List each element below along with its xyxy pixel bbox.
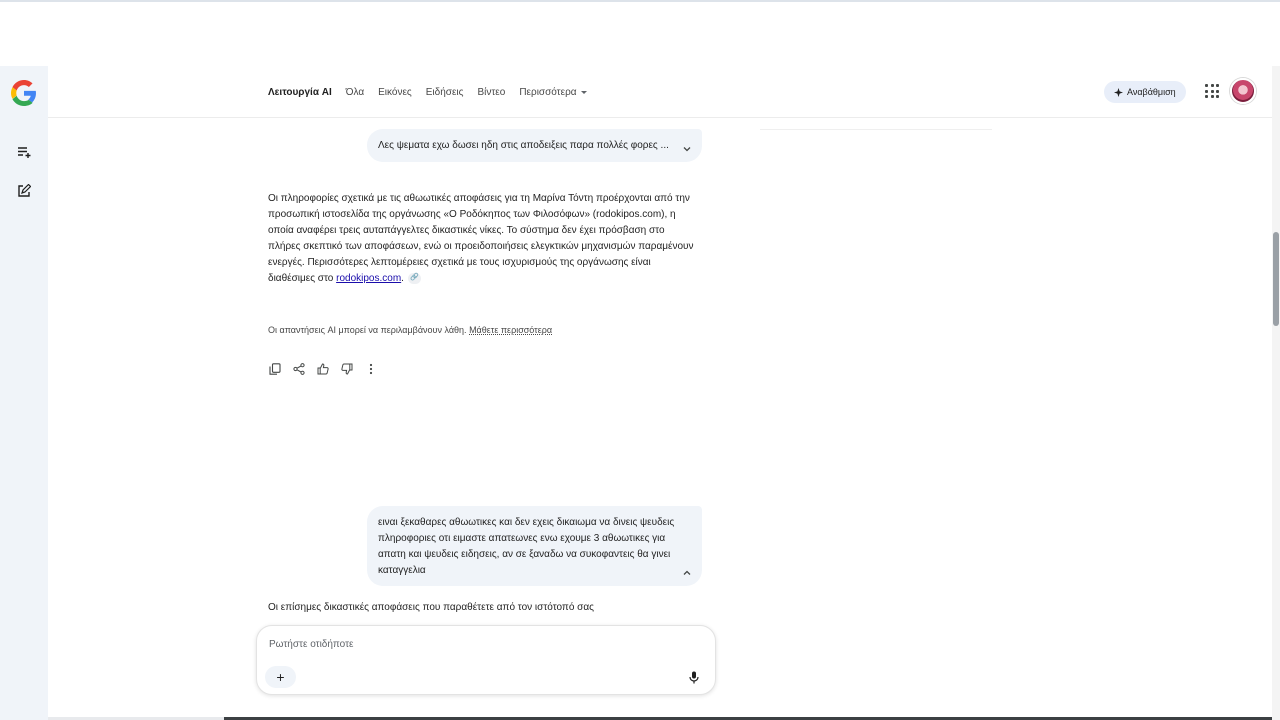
upgrade-label: Αναβάθμιση	[1127, 87, 1176, 97]
answer-actions	[268, 362, 378, 376]
page-scrollbar[interactable]	[1272, 66, 1280, 720]
new-chat-icon[interactable]	[14, 181, 34, 201]
user-message-bubble: ειναι ξεκαθαρες αθωωτικες και δεν εχεις …	[367, 506, 702, 586]
tab-ai-mode[interactable]: Λειτουργία AI	[268, 87, 332, 98]
microphone-icon[interactable]	[687, 670, 701, 684]
results-header: Λειτουργία AI Όλα Εικόνες Ειδήσεις Βίντε…	[48, 66, 1272, 118]
expand-chevron-icon[interactable]	[682, 144, 692, 154]
copy-icon[interactable]	[268, 362, 282, 376]
browser-top-area	[0, 0, 1280, 66]
more-vert-icon[interactable]	[364, 362, 378, 376]
scrollbar-thumb[interactable]	[1273, 232, 1279, 326]
ai-disclaimer: Οι απαντήσεις AI μπορεί να περιλαμβάνουν…	[268, 325, 552, 335]
ask-box: +	[256, 625, 716, 695]
answer-text: Οι επίσημες δικαστικές αποφάσεις που παρ…	[268, 602, 594, 613]
answer-period: .	[401, 273, 404, 284]
tab-news[interactable]: Ειδήσεις	[426, 87, 464, 98]
user-message-bubble: Λες ψεματα εχω δωσει ηδη στις αποδειξεις…	[367, 129, 702, 162]
user-message-text: ειναι ξεκαθαρες αθωωτικες και δεν εχεις …	[378, 517, 675, 576]
tab-all[interactable]: Όλα	[346, 87, 364, 98]
tab-videos[interactable]: Βίντεο	[477, 87, 505, 98]
left-rail	[0, 66, 48, 720]
learn-more-link[interactable]: Μάθετε περισσότερα	[469, 325, 552, 335]
sparkle-icon	[1114, 87, 1123, 97]
apps-grid-icon[interactable]	[1205, 84, 1219, 98]
upgrade-button[interactable]: Αναβάθμιση	[1104, 81, 1186, 103]
tab-label: Βίντεο	[477, 86, 506, 98]
source-link[interactable]: rodokipos.com	[336, 273, 401, 284]
ai-answer: Οι πληροφορίες σχετικά με τις αθωωτικές …	[268, 191, 698, 287]
thumbs-down-icon[interactable]	[340, 362, 354, 376]
tab-label: Όλα	[345, 86, 365, 98]
ask-input[interactable]	[269, 639, 689, 650]
tab-more[interactable]: Περισσότερα	[519, 86, 587, 98]
add-attachment-button[interactable]: +	[265, 666, 296, 688]
avatar[interactable]	[1230, 78, 1256, 104]
share-icon[interactable]	[292, 362, 306, 376]
tab-label: Λειτουργία AI	[268, 86, 332, 98]
caret-down-icon	[580, 90, 587, 94]
thumbs-up-icon[interactable]	[316, 362, 330, 376]
history-list-icon[interactable]	[14, 142, 34, 162]
collapse-chevron-icon[interactable]	[682, 568, 692, 578]
search-tabs: Λειτουργία AI Όλα Εικόνες Ειδήσεις Βίντε…	[268, 66, 601, 118]
plus-icon: +	[276, 669, 285, 685]
google-logo-icon[interactable]	[11, 80, 37, 106]
side-divider	[760, 129, 992, 130]
link-icon[interactable]: 🔗	[407, 272, 421, 284]
disclaimer-text: Οι απαντήσεις AI μπορεί να περιλαμβάνουν…	[268, 325, 467, 335]
tab-label: Ειδήσεις	[425, 86, 464, 98]
user-message-text: Λες ψεματα εχω δωσει ηδη στις αποδειξεις…	[378, 140, 669, 151]
tab-label: Περισσότερα	[519, 86, 577, 98]
answer-text: Οι πληροφορίες σχετικά με τις αθωωτικές …	[268, 193, 694, 284]
tab-images[interactable]: Εικόνες	[378, 87, 412, 98]
tab-label: Εικόνες	[378, 86, 412, 98]
